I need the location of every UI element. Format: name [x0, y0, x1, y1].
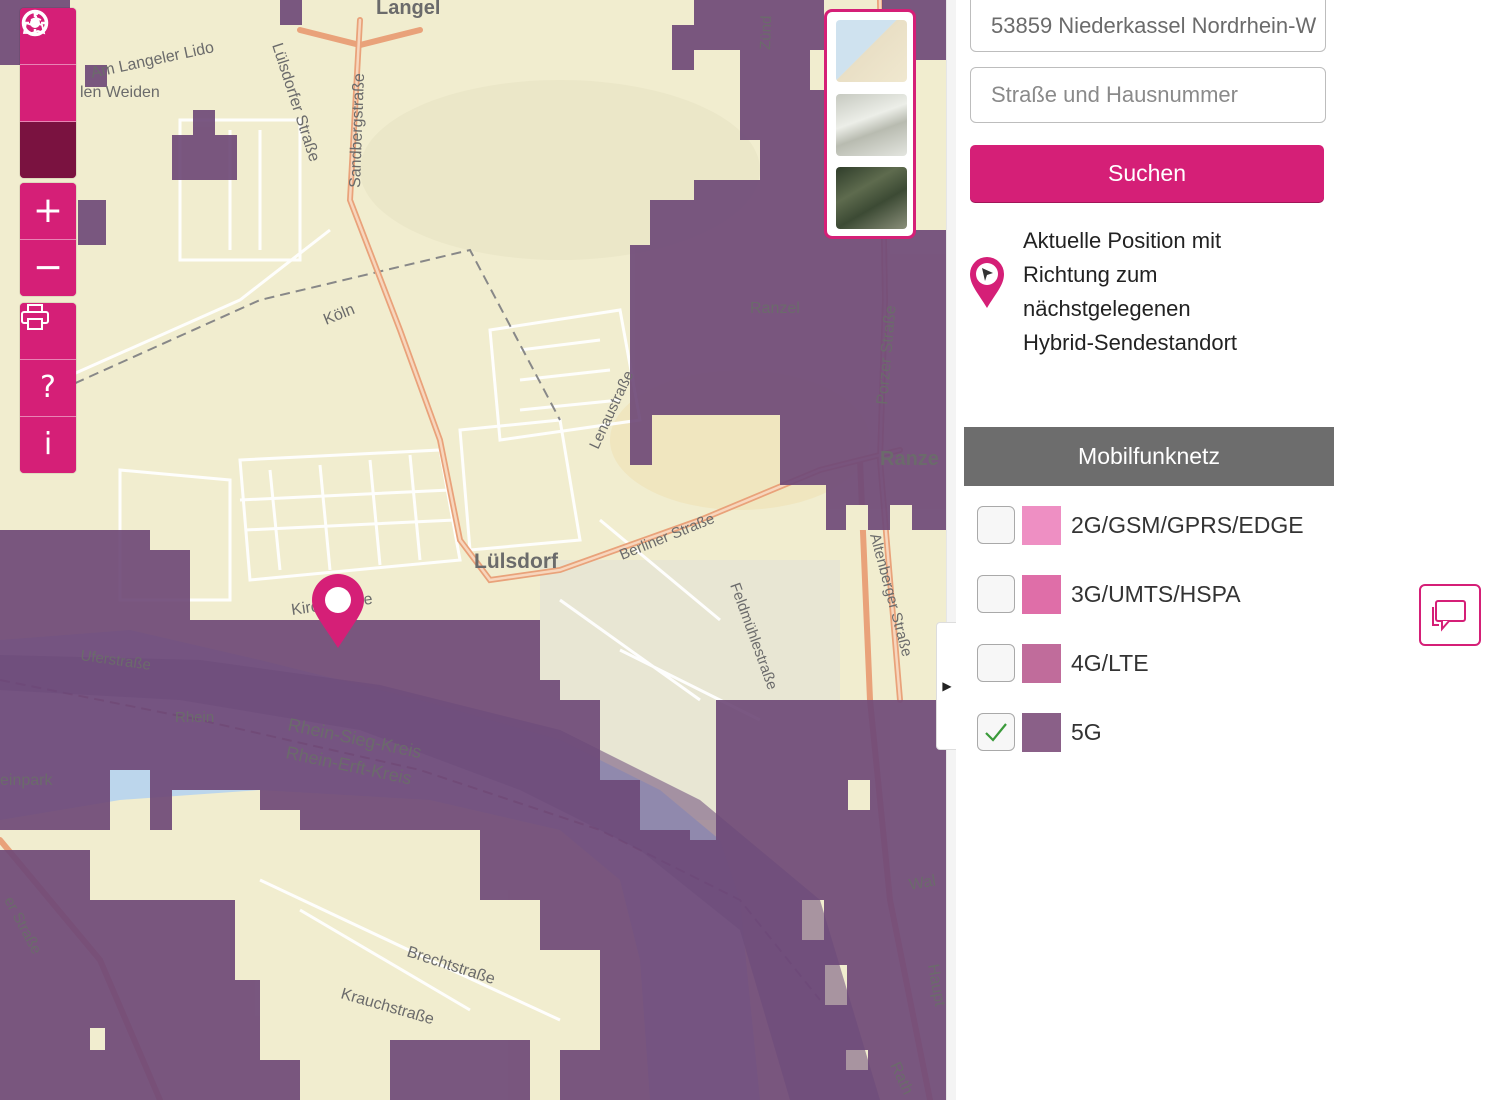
- basemap-terrain-thumbnail[interactable]: [836, 94, 907, 156]
- utility-tools-group: ? i: [20, 303, 76, 473]
- map-canvas: Langel Am Langeler Lido len Weiden Lülsd…: [0, 0, 946, 1100]
- color-swatch-5g: [1022, 712, 1061, 752]
- position-line: Aktuelle Position mit: [1023, 228, 1222, 253]
- map-reader-button[interactable]: [20, 10, 76, 178]
- map-label-rhein: Rhein: [175, 709, 214, 726]
- legend-label-2g: 2G/GSM/GPRS/EDGE: [1071, 511, 1304, 538]
- coverage-map[interactable]: Langel Am Langeler Lido len Weiden Lülsd…: [0, 0, 946, 1100]
- location-field[interactable]: 53859 Niederkassel Nordrhein-W: [970, 0, 1326, 52]
- map-label-einpark: einpark: [0, 772, 53, 789]
- info-button[interactable]: i: [20, 417, 76, 473]
- position-line: Richtung zum: [1023, 262, 1158, 287]
- triangle-right-icon: ▶: [942, 679, 952, 693]
- position-line: Hybrid-Sendestandort: [1023, 330, 1238, 355]
- legend-title: Mobilfunknetz: [964, 427, 1334, 486]
- color-swatch-4g: [1022, 643, 1061, 683]
- checkbox-5g[interactable]: [977, 713, 1015, 751]
- legend-item-4g[interactable]: 4G/LTE: [977, 643, 1149, 683]
- basemap-street-thumbnail[interactable]: [836, 20, 907, 82]
- collapse-panel-button[interactable]: ▶: [936, 622, 958, 750]
- zoom-out-button[interactable]: −: [20, 240, 76, 296]
- legend-label-5g: 5G: [1071, 718, 1102, 745]
- chat-feedback-icon: [1432, 600, 1466, 632]
- legend-item-3g[interactable]: 3G/UMTS/HSPA: [977, 574, 1241, 614]
- basemap-switcher: [824, 9, 916, 239]
- help-icon: ?: [40, 370, 56, 405]
- map-tools-group: [20, 8, 76, 178]
- locate-button[interactable]: [20, 9, 76, 122]
- checkmark-icon: [985, 723, 1007, 742]
- help-button[interactable]: ?: [20, 360, 76, 417]
- map-label-ranze: Ranze: [880, 448, 939, 470]
- map-reader-icon: [22, 10, 46, 35]
- info-icon: i: [43, 427, 53, 462]
- zoom-controls: + −: [20, 183, 76, 296]
- feedback-button[interactable]: [1419, 584, 1481, 646]
- map-label-lulsdorf: Lülsdorf: [474, 550, 559, 573]
- legend-label-4g: 4G/LTE: [1071, 649, 1149, 676]
- color-swatch-3g: [1022, 574, 1061, 614]
- checkbox-4g[interactable]: [977, 644, 1015, 682]
- basemap-satellite-thumbnail[interactable]: [836, 167, 907, 229]
- position-line: nächstgelegenen: [1023, 296, 1191, 321]
- zoom-in-button[interactable]: +: [20, 183, 76, 240]
- legend-item-2g[interactable]: 2G/GSM/GPRS/EDGE: [977, 505, 1304, 545]
- legend-label-3g: 3G/UMTS/HSPA: [1071, 580, 1241, 607]
- direction-pin-icon: [970, 257, 1004, 308]
- map-label-weiden: len Weiden: [80, 84, 160, 101]
- print-icon: [21, 304, 49, 330]
- checkbox-2g[interactable]: [977, 506, 1015, 544]
- street-input[interactable]: Straße und Hausnummer: [970, 67, 1326, 123]
- checkbox-3g[interactable]: [977, 575, 1015, 613]
- position-description: Aktuelle Position mit Richtung zum nächs…: [1023, 224, 1283, 360]
- map-label-zund: Zünd: [757, 15, 775, 50]
- map-label-langel: Langel: [376, 0, 440, 19]
- zoom-in-icon: +: [32, 190, 64, 231]
- search-button[interactable]: Suchen: [970, 145, 1324, 202]
- legend-item-5g[interactable]: 5G: [977, 712, 1102, 752]
- zoom-out-icon: −: [32, 247, 64, 288]
- map-label-ranzel: Ranzel: [750, 300, 800, 317]
- print-button[interactable]: [20, 303, 76, 360]
- color-swatch-2g: [1022, 505, 1061, 545]
